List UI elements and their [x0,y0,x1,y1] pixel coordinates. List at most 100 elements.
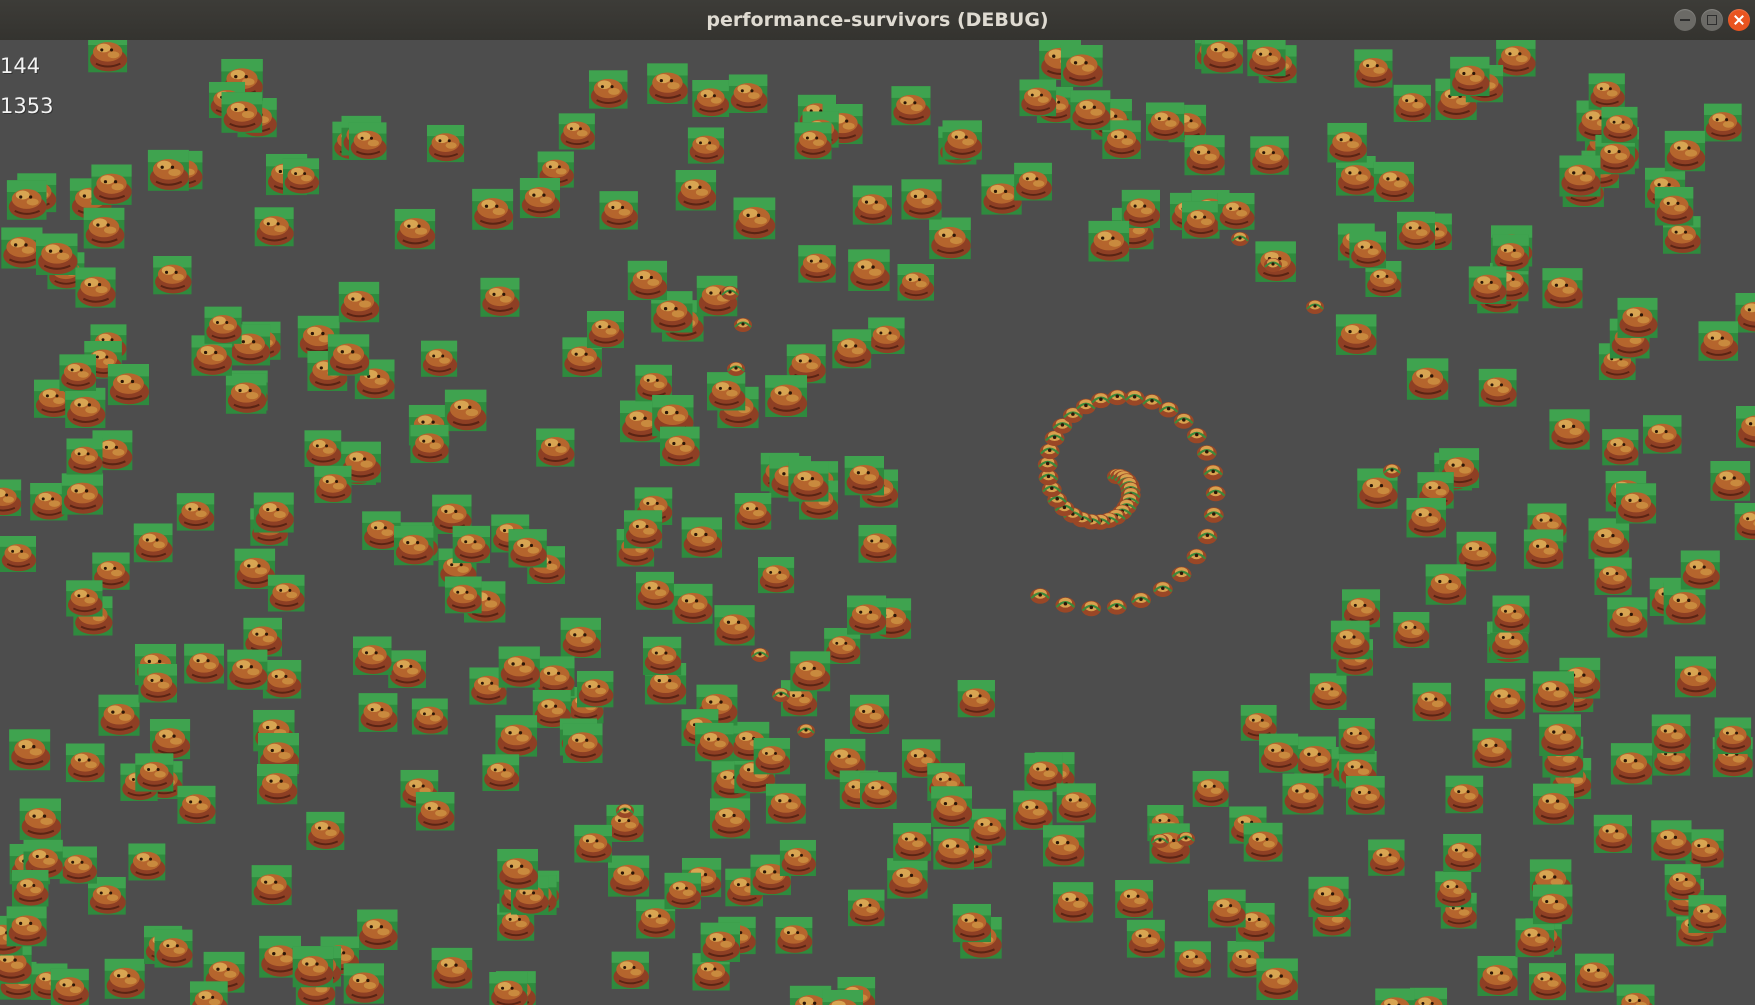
enemy-sprite-icon [859,772,897,810]
enemy-sprite-icon [357,909,398,951]
enemy-sprite-icon [1145,102,1185,141]
projectile-icon [1105,598,1128,616]
projectile-icon [1382,463,1402,479]
projectile-icon [1202,506,1225,524]
enemy-sprite-icon [558,113,595,150]
enemy-sprite-icon [88,40,128,73]
title-bar[interactable]: performance-survivors (DEBUG) [0,0,1755,41]
enemy-sprite-icon [65,743,105,783]
enemy-sprite-icon [1528,963,1567,1001]
enemy-sprite-icon [498,646,540,688]
enemy-sprite-icon [1201,40,1243,74]
enemy-sprite-icon [1615,483,1657,524]
enemy-sprite-icon [687,127,725,164]
enemy-sprite-icon [660,426,700,467]
enemy-sprite-icon [1736,406,1755,448]
enemy-sprite-icon [83,207,125,249]
enemy-sprite-icon [343,963,385,1004]
projectile-icon [1230,231,1250,247]
enemy-sprite-icon [1523,529,1564,569]
enemy-sprite-icon [1056,783,1096,823]
enemy-sprite-icon [292,946,334,988]
enemy-sprite-icon [1406,497,1446,538]
enemy-sprite-icon [1327,122,1367,163]
enemy-sprite-icon [1549,409,1590,450]
minimize-button[interactable] [1674,9,1696,31]
enemy-sprite-icon [36,233,78,276]
enemy-sprite-icon [1664,864,1701,901]
enemy-sprite-icon [1397,211,1436,250]
enemy-sprite-icon [0,536,37,573]
enemy-sprite-icon [1688,895,1727,933]
maximize-button[interactable] [1701,9,1723,31]
enemy-sprite-icon [388,650,426,689]
enemy-sprite-icon [576,670,614,708]
enemy-sprite-icon [1184,135,1225,176]
projectile-icon [1130,591,1152,610]
enemy-sprite-icon [1250,136,1289,175]
projectile-icon [1176,831,1196,847]
enemy-sprite-icon [1601,106,1638,143]
enemy-sprite-icon [1393,84,1431,123]
enemy-sprite-icon [647,63,688,104]
enemy-sprite-icon [624,510,663,549]
enemy-sprite-icon [1207,889,1246,928]
enemy-sprite-icon [482,754,520,792]
enemy-sprite-icon [1559,155,1601,197]
projectile-icon [1141,393,1163,411]
enemy-sprite-icon [394,208,436,250]
enemy-sprite-icon [1610,743,1653,785]
game-window: performance-survivors (DEBUG) 144 1353 [0,0,1755,1005]
enemy-sprite-icon [832,329,872,369]
game-viewport[interactable]: 144 1353 [0,40,1755,1005]
enemy-sprite-icon [1680,550,1720,590]
enemy-sprite-icon [790,651,831,692]
projectile-icon [1204,484,1227,503]
enemy-sprite-icon [1345,775,1385,815]
enemy-sprite-icon [153,256,192,295]
enemy-sprite-icon [497,848,538,890]
enemy-sprite-icon [254,207,294,247]
enemy-sprite-icon [1492,234,1529,272]
enemy-sprite-icon [480,277,520,317]
projectile-icon [1185,426,1208,445]
enemy-sprite-icon [672,583,713,624]
enemy-sprite-icon [1484,678,1526,720]
enemy-sprite-icon [393,525,434,566]
enemy-sprite-icon [1574,953,1614,993]
enemy-sprite-icon [844,456,885,496]
enemy-sprite-icon [709,798,751,839]
enemy-sprite-icon [0,479,22,517]
enemy-sprite-icon [664,872,702,910]
enemy-sprite-icon [472,188,514,230]
close-button[interactable] [1728,9,1750,31]
enemy-sprite-icon [1539,714,1582,757]
enemy-sprite-icon [1373,161,1415,203]
enemy-sprite-icon [1013,790,1053,830]
enemy-sprite-icon [444,389,487,432]
enemy-sprite-icon [1478,368,1517,407]
enemy-sprite-icon [431,947,473,989]
enemy-sprite-icon [1542,268,1583,309]
projectile-icon [1080,599,1103,618]
enemy-sprite-icon [19,798,62,841]
enemy-sprite-icon [852,185,893,225]
enemy-sprite-icon [586,311,625,349]
enemy-sprite-icon [858,524,897,563]
enemy-sprite-icon [204,306,242,344]
projectile-icon [1195,444,1218,462]
projectile-icon [720,285,740,301]
enemy-sprite-icon [1243,822,1283,862]
enemy-sprite-icon [338,281,380,323]
enemy-sprite-icon [184,643,225,684]
enemy-sprite-icon [50,968,89,1005]
enemy-sprite-icon [599,191,638,230]
enemy-sprite-icon [1409,987,1448,1005]
projectile-icon [1172,412,1195,430]
projectile-icon [1038,442,1061,461]
enemy-sprite-icon [489,972,528,1005]
enemy-sprite-icon [66,580,103,617]
enemy-sprite-icon [707,372,746,411]
enemy-sprite-icon [9,729,51,771]
enemy-sprite-icon [1088,220,1130,262]
